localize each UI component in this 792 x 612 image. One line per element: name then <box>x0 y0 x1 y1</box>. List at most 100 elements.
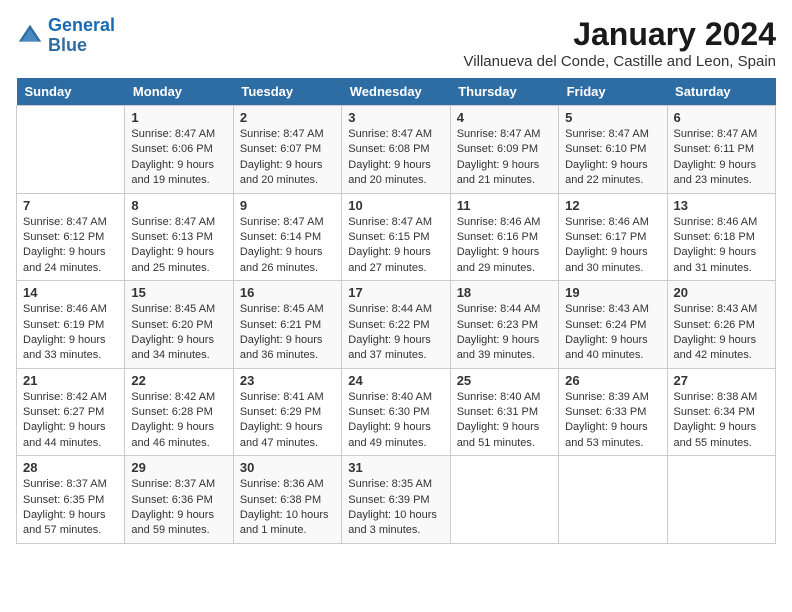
sunset-text: Sunset: 6:21 PM <box>240 318 335 333</box>
main-title: January 2024 <box>464 16 776 53</box>
cell-content: Sunrise: 8:47 AM Sunset: 6:10 PM Dayligh… <box>565 127 660 189</box>
day-number: 24 <box>348 373 443 388</box>
calendar-cell: 28 Sunrise: 8:37 AM Sunset: 6:35 PM Dayl… <box>17 456 125 544</box>
day-number: 19 <box>565 285 660 300</box>
daylight-text: Daylight: 9 hours and 20 minutes. <box>240 158 335 189</box>
daylight-text: Daylight: 9 hours and 55 minutes. <box>674 420 769 451</box>
sunset-text: Sunset: 6:08 PM <box>348 142 443 157</box>
day-number: 15 <box>131 285 226 300</box>
sunrise-text: Sunrise: 8:37 AM <box>131 477 226 492</box>
daylight-text: Daylight: 10 hours and 3 minutes. <box>348 508 443 539</box>
cell-content: Sunrise: 8:37 AM Sunset: 6:36 PM Dayligh… <box>131 477 226 539</box>
sunset-text: Sunset: 6:10 PM <box>565 142 660 157</box>
daylight-text: Daylight: 9 hours and 46 minutes. <box>131 420 226 451</box>
daylight-text: Daylight: 9 hours and 44 minutes. <box>23 420 118 451</box>
calendar-cell: 25 Sunrise: 8:40 AM Sunset: 6:31 PM Dayl… <box>450 368 558 456</box>
sunrise-text: Sunrise: 8:45 AM <box>131 302 226 317</box>
weekday-header-friday: Friday <box>559 78 667 106</box>
day-number: 22 <box>131 373 226 388</box>
sunrise-text: Sunrise: 8:35 AM <box>348 477 443 492</box>
cell-content: Sunrise: 8:47 AM Sunset: 6:14 PM Dayligh… <box>240 215 335 277</box>
sunset-text: Sunset: 6:17 PM <box>565 230 660 245</box>
cell-content: Sunrise: 8:47 AM Sunset: 6:13 PM Dayligh… <box>131 215 226 277</box>
day-number: 28 <box>23 460 118 475</box>
sunset-text: Sunset: 6:36 PM <box>131 493 226 508</box>
header: General Blue January 2024 Villanueva del… <box>16 16 776 70</box>
cell-content: Sunrise: 8:41 AM Sunset: 6:29 PM Dayligh… <box>240 390 335 452</box>
calendar-cell: 16 Sunrise: 8:45 AM Sunset: 6:21 PM Dayl… <box>233 281 341 369</box>
daylight-text: Daylight: 9 hours and 23 minutes. <box>674 158 769 189</box>
sunset-text: Sunset: 6:20 PM <box>131 318 226 333</box>
cell-content: Sunrise: 8:46 AM Sunset: 6:18 PM Dayligh… <box>674 215 769 277</box>
sunrise-text: Sunrise: 8:38 AM <box>674 390 769 405</box>
daylight-text: Daylight: 9 hours and 49 minutes. <box>348 420 443 451</box>
sunrise-text: Sunrise: 8:44 AM <box>348 302 443 317</box>
weekday-header-tuesday: Tuesday <box>233 78 341 106</box>
sunset-text: Sunset: 6:38 PM <box>240 493 335 508</box>
calendar-cell: 15 Sunrise: 8:45 AM Sunset: 6:20 PM Dayl… <box>125 281 233 369</box>
logo-line1: General <box>48 15 115 35</box>
day-number: 6 <box>674 110 769 125</box>
day-number: 7 <box>23 198 118 213</box>
day-number: 16 <box>240 285 335 300</box>
week-row-1: 7 Sunrise: 8:47 AM Sunset: 6:12 PM Dayli… <box>17 193 776 281</box>
day-number: 8 <box>131 198 226 213</box>
cell-content: Sunrise: 8:47 AM Sunset: 6:09 PM Dayligh… <box>457 127 552 189</box>
day-number: 21 <box>23 373 118 388</box>
cell-content: Sunrise: 8:47 AM Sunset: 6:12 PM Dayligh… <box>23 215 118 277</box>
sunset-text: Sunset: 6:13 PM <box>131 230 226 245</box>
calendar-cell: 1 Sunrise: 8:47 AM Sunset: 6:06 PM Dayli… <box>125 106 233 194</box>
calendar-cell: 27 Sunrise: 8:38 AM Sunset: 6:34 PM Dayl… <box>667 368 775 456</box>
calendar-cell <box>559 456 667 544</box>
sunrise-text: Sunrise: 8:42 AM <box>131 390 226 405</box>
daylight-text: Daylight: 9 hours and 26 minutes. <box>240 245 335 276</box>
sunset-text: Sunset: 6:09 PM <box>457 142 552 157</box>
sunset-text: Sunset: 6:30 PM <box>348 405 443 420</box>
cell-content: Sunrise: 8:44 AM Sunset: 6:23 PM Dayligh… <box>457 302 552 364</box>
day-number: 4 <box>457 110 552 125</box>
day-number: 26 <box>565 373 660 388</box>
day-number: 13 <box>674 198 769 213</box>
sunrise-text: Sunrise: 8:43 AM <box>565 302 660 317</box>
cell-content: Sunrise: 8:47 AM Sunset: 6:07 PM Dayligh… <box>240 127 335 189</box>
sunset-text: Sunset: 6:33 PM <box>565 405 660 420</box>
day-number: 11 <box>457 198 552 213</box>
cell-content: Sunrise: 8:46 AM Sunset: 6:19 PM Dayligh… <box>23 302 118 364</box>
calendar-cell: 13 Sunrise: 8:46 AM Sunset: 6:18 PM Dayl… <box>667 193 775 281</box>
day-number: 31 <box>348 460 443 475</box>
logo-line2: Blue <box>48 35 87 55</box>
daylight-text: Daylight: 9 hours and 25 minutes. <box>131 245 226 276</box>
cell-content: Sunrise: 8:43 AM Sunset: 6:26 PM Dayligh… <box>674 302 769 364</box>
cell-content: Sunrise: 8:45 AM Sunset: 6:20 PM Dayligh… <box>131 302 226 364</box>
cell-content: Sunrise: 8:35 AM Sunset: 6:39 PM Dayligh… <box>348 477 443 539</box>
calendar-cell: 18 Sunrise: 8:44 AM Sunset: 6:23 PM Dayl… <box>450 281 558 369</box>
sunset-text: Sunset: 6:29 PM <box>240 405 335 420</box>
logo-icon <box>16 22 44 50</box>
sunrise-text: Sunrise: 8:45 AM <box>240 302 335 317</box>
sunrise-text: Sunrise: 8:47 AM <box>674 127 769 142</box>
sunset-text: Sunset: 6:14 PM <box>240 230 335 245</box>
sunset-text: Sunset: 6:12 PM <box>23 230 118 245</box>
daylight-text: Daylight: 9 hours and 29 minutes. <box>457 245 552 276</box>
calendar-table: SundayMondayTuesdayWednesdayThursdayFrid… <box>16 78 776 544</box>
sunrise-text: Sunrise: 8:47 AM <box>457 127 552 142</box>
sunset-text: Sunset: 6:18 PM <box>674 230 769 245</box>
sunset-text: Sunset: 6:15 PM <box>348 230 443 245</box>
weekday-header-row: SundayMondayTuesdayWednesdayThursdayFrid… <box>17 78 776 106</box>
sunset-text: Sunset: 6:06 PM <box>131 142 226 157</box>
day-number: 3 <box>348 110 443 125</box>
calendar-cell: 12 Sunrise: 8:46 AM Sunset: 6:17 PM Dayl… <box>559 193 667 281</box>
daylight-text: Daylight: 9 hours and 40 minutes. <box>565 333 660 364</box>
sunrise-text: Sunrise: 8:42 AM <box>23 390 118 405</box>
sunrise-text: Sunrise: 8:47 AM <box>240 127 335 142</box>
sunset-text: Sunset: 6:31 PM <box>457 405 552 420</box>
calendar-cell: 31 Sunrise: 8:35 AM Sunset: 6:39 PM Dayl… <box>342 456 450 544</box>
sunrise-text: Sunrise: 8:46 AM <box>674 215 769 230</box>
week-row-4: 28 Sunrise: 8:37 AM Sunset: 6:35 PM Dayl… <box>17 456 776 544</box>
day-number: 25 <box>457 373 552 388</box>
cell-content: Sunrise: 8:47 AM Sunset: 6:06 PM Dayligh… <box>131 127 226 189</box>
sunrise-text: Sunrise: 8:46 AM <box>457 215 552 230</box>
sunset-text: Sunset: 6:24 PM <box>565 318 660 333</box>
daylight-text: Daylight: 9 hours and 24 minutes. <box>23 245 118 276</box>
sunset-text: Sunset: 6:19 PM <box>23 318 118 333</box>
